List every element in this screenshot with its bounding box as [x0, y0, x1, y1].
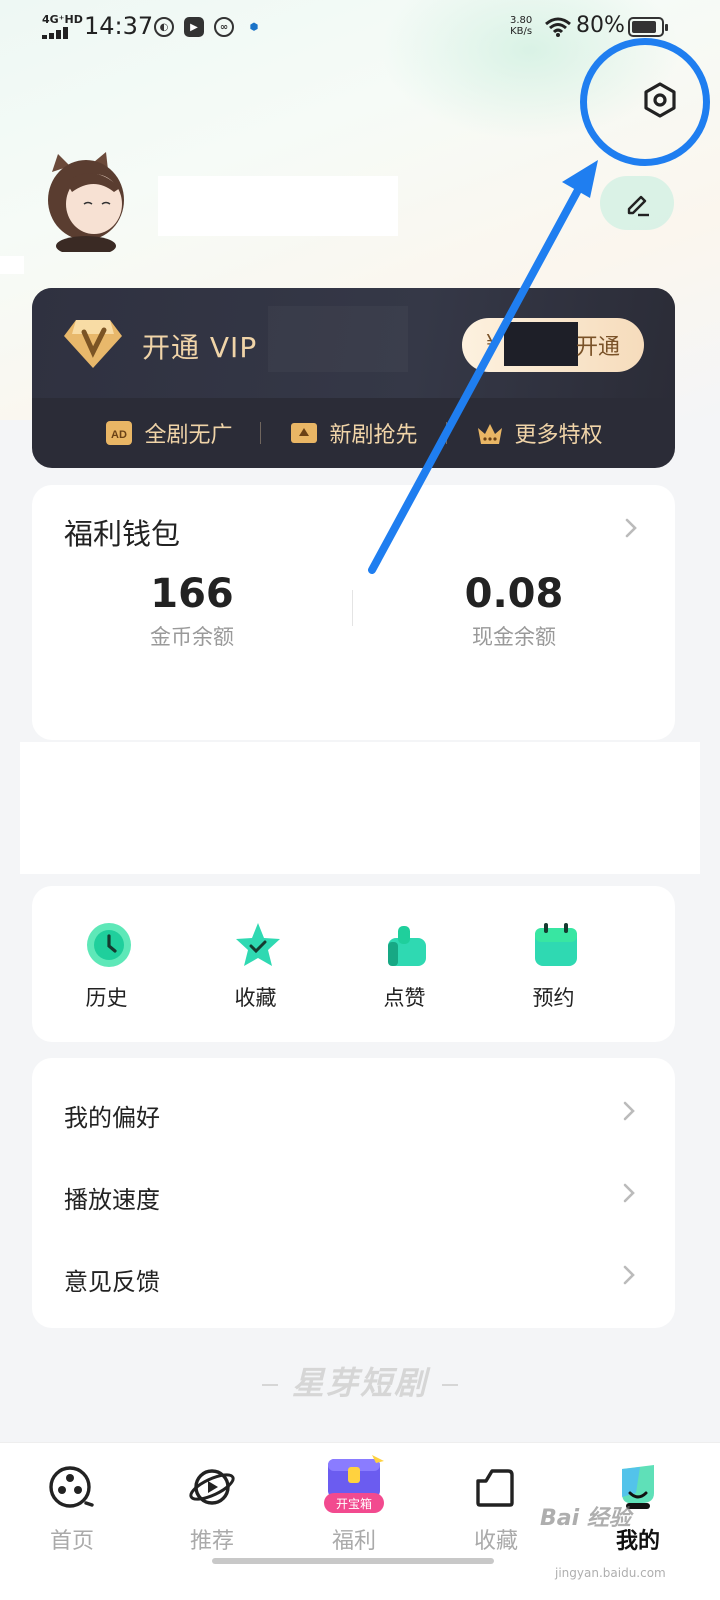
menu-item-preferences[interactable]: 我的偏好 — [32, 1072, 675, 1154]
battery-icon — [628, 17, 668, 37]
watermark-url: jingyan.baidu.com — [555, 1566, 666, 1580]
network-type: 4G⁺HD — [42, 13, 83, 26]
benefit-early-access: 新剧抢先 — [289, 417, 418, 449]
price-redacted — [504, 322, 578, 366]
cash-balance-label: 现金余额 — [472, 625, 556, 649]
vip-open-button[interactable]: ¥ 开通 — [462, 318, 644, 372]
benefit-more: 更多特权 — [475, 417, 603, 449]
calendar-icon — [535, 923, 577, 966]
wallet-card[interactable]: 福利钱包 166 金币余额 0.08 现金余额 — [32, 485, 675, 740]
battery-percent: 80% — [576, 13, 625, 38]
thumbs-up-icon — [388, 926, 426, 966]
network-speed: 3.80 KB/s — [510, 15, 533, 37]
edit-icon — [627, 195, 649, 217]
clock-icon — [87, 923, 131, 967]
coin-balance-label: 金币余额 — [150, 625, 234, 649]
watermark-logo: Bai 经验 — [540, 1506, 631, 1531]
chevron-right-icon — [625, 518, 637, 538]
notification-app-icon: ◐ — [154, 17, 174, 37]
folder-icon — [476, 1469, 514, 1507]
star-icon — [236, 923, 280, 966]
cash-balance-value: 0.08 — [464, 571, 564, 617]
action-likes[interactable]: 点赞 — [330, 886, 479, 1042]
home-indicator — [212, 1558, 494, 1564]
ad-free-icon: AD — [106, 421, 133, 445]
tab-recommend[interactable]: 推荐 — [140, 1443, 280, 1563]
settings-menu: 我的偏好 播放速度 意见反馈 — [32, 1058, 675, 1328]
wifi-icon — [545, 17, 571, 37]
brand-footer: 星芽短剧 — [0, 1358, 720, 1404]
vip-benefits: AD 全剧无广 新剧抢先 更多特权 — [32, 398, 675, 468]
menu-item-playback-speed[interactable]: 播放速度 — [32, 1154, 675, 1236]
avatar[interactable] — [44, 152, 132, 252]
quick-actions: 历史 收藏 点赞 预约 — [32, 886, 675, 1042]
chevron-right-icon — [623, 1265, 635, 1285]
action-favorites[interactable]: 收藏 — [181, 886, 330, 1042]
redaction-mark — [0, 256, 24, 274]
tab-home[interactable]: 首页 — [0, 1443, 140, 1563]
vip-diamond-icon — [64, 320, 122, 368]
blank-banner — [20, 742, 700, 874]
chevron-right-icon — [623, 1183, 635, 1203]
action-history[interactable]: 历史 — [32, 886, 181, 1042]
vip-open-label: 开通 — [575, 335, 620, 360]
shield-app-icon: ⬢ — [249, 21, 259, 33]
link-app-icon: ∞ — [214, 17, 234, 37]
vip-title: 开通 VIP — [142, 331, 258, 364]
chevron-right-icon — [623, 1101, 635, 1121]
tab-welfare[interactable]: 开宝箱 福利 — [282, 1443, 422, 1563]
wallet-divider — [352, 590, 353, 626]
benefit-divider — [445, 422, 447, 444]
early-access-icon — [291, 423, 318, 443]
coin-balance[interactable]: 166 金币余额 — [62, 571, 322, 651]
benefit-divider — [260, 422, 262, 444]
action-reservations[interactable]: 预约 — [479, 886, 628, 1042]
benefit-ad-free: AD 全剧无广 — [104, 417, 232, 449]
signal-icon — [42, 27, 76, 39]
cash-balance[interactable]: 0.08 现金余额 — [384, 571, 644, 651]
planet-icon — [189, 1469, 235, 1505]
video-app-icon: ▶ — [184, 17, 204, 37]
treasure-box-icon: 开宝箱 — [324, 1455, 384, 1513]
svg-text:AD: AD — [112, 429, 128, 441]
coin-balance-value: 166 — [150, 571, 234, 617]
username-redacted — [158, 176, 398, 236]
crown-icon — [477, 424, 502, 444]
vip-price-prefix: ¥ — [486, 330, 499, 354]
annotation-circle — [580, 38, 710, 166]
edit-profile-button[interactable] — [600, 176, 674, 230]
svg-text:开宝箱: 开宝箱 — [336, 1496, 372, 1511]
wallet-title: 福利钱包 — [64, 517, 181, 551]
clock-time: 14:37 — [84, 12, 154, 40]
film-reel-icon — [49, 1466, 94, 1508]
vip-card[interactable]: 开通 VIP ¥ 开通 AD 全剧无广 新剧抢先 更多特权 — [32, 288, 675, 468]
menu-item-feedback[interactable]: 意见反馈 — [32, 1236, 675, 1318]
